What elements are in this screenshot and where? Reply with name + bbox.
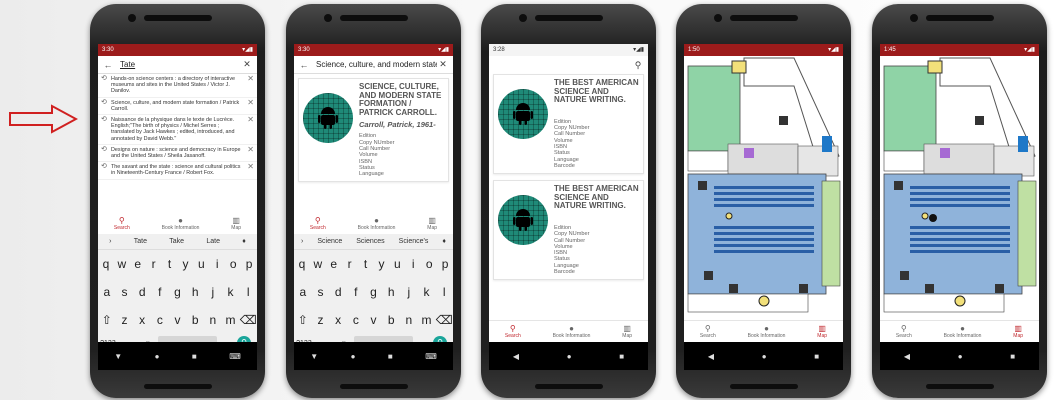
nav-search[interactable]: ⚲ Search bbox=[310, 216, 326, 231]
back-arrow-icon[interactable]: ← bbox=[298, 60, 310, 70]
close-icon[interactable]: ✕ bbox=[241, 59, 253, 70]
close-icon[interactable]: ✕ bbox=[437, 59, 449, 70]
close-icon[interactable]: ✕ bbox=[244, 75, 254, 95]
back-icon[interactable]: ▼ bbox=[114, 352, 122, 361]
nav-search[interactable]: ⚲ Search bbox=[896, 324, 912, 339]
nav-search[interactable]: ⚲ Search bbox=[505, 324, 521, 339]
search-icon[interactable]: ⚲ bbox=[632, 60, 644, 71]
history-icon: ⟲ bbox=[101, 145, 107, 153]
close-icon[interactable]: ✕ bbox=[244, 163, 254, 176]
map-icon: ▥ bbox=[232, 215, 240, 225]
close-icon[interactable]: ✕ bbox=[244, 116, 254, 142]
list-item[interactable]: ⟲ Designs on nature : science and democra… bbox=[98, 145, 257, 163]
history-icon: ⟲ bbox=[101, 75, 107, 82]
list-item[interactable]: ⟲ The savant and the state : science and … bbox=[98, 162, 257, 180]
back-icon[interactable]: ◀ bbox=[513, 352, 519, 361]
book-title: SCIENCE, CULTURE, AND MODERN STATE FORMA… bbox=[359, 82, 442, 117]
phone-map-1: 1:50 ▾◢▮ ⚲ Search ● Book Information ▥ M… bbox=[676, 4, 851, 398]
keyboard-hide-icon[interactable]: ⌨ bbox=[229, 352, 241, 361]
android-logo-icon bbox=[303, 93, 353, 143]
history-icon: ⟲ bbox=[101, 116, 107, 124]
android-logo-icon bbox=[498, 195, 548, 246]
nav-map[interactable]: ▥ Map bbox=[622, 324, 632, 339]
phone-search-suggestions: 3:30 ▾◢▮ ← Tate ✕ ⟲ Hands-on science cente… bbox=[90, 4, 265, 398]
nav-search[interactable]: ⚲ Search bbox=[114, 216, 130, 231]
book-author: Carroll, Patrick, 1961- bbox=[359, 120, 436, 130]
info-icon: ● bbox=[178, 215, 183, 225]
suggestion-list: ⟲ Hands-on science centers : a directory … bbox=[98, 74, 257, 180]
list-item[interactable]: ⟲ Hands-on science centers : a directory … bbox=[98, 74, 257, 98]
history-icon: ⟲ bbox=[101, 163, 107, 171]
close-icon[interactable]: ✕ bbox=[244, 98, 254, 112]
shift-icon[interactable]: ⇧ bbox=[98, 313, 116, 327]
recents-icon[interactable]: ■ bbox=[619, 352, 624, 361]
nav-map[interactable]: ▥ Map bbox=[427, 216, 437, 231]
book-card[interactable]: SCIENCE, CULTURE, AND MODERN STATE FORMA… bbox=[298, 78, 449, 183]
mic-icon[interactable]: ♦ bbox=[242, 238, 246, 245]
book-card[interactable]: THE BEST AMERICAN SCIENCE AND NATURE WRI… bbox=[493, 74, 644, 175]
arrow-right-icon bbox=[9, 104, 78, 134]
floor-map[interactable] bbox=[880, 56, 1039, 314]
nav-map[interactable]: ▥ Map bbox=[817, 324, 827, 339]
list-item[interactable]: ⟲ Naissance de la physique dans le texte … bbox=[98, 115, 257, 145]
floor-map[interactable] bbox=[684, 56, 843, 314]
nav-map[interactable]: ▥ Map bbox=[1013, 324, 1023, 339]
search-icon: ⚲ bbox=[118, 215, 125, 225]
nav-search[interactable]: ⚲ Search bbox=[700, 324, 716, 339]
nav-book-information[interactable]: ● Book Information bbox=[748, 324, 786, 339]
recents-icon[interactable]: ■ bbox=[192, 352, 197, 361]
home-icon[interactable]: ● bbox=[567, 352, 572, 361]
history-icon: ⟲ bbox=[101, 98, 107, 106]
phone-map-2: 1:45 ▾◢▮ ⚲ Search ● Book Information ▥ M… bbox=[872, 4, 1047, 398]
chevron-right-icon[interactable]: › bbox=[109, 238, 111, 245]
back-arrow-icon[interactable]: ← bbox=[102, 60, 114, 70]
list-item[interactable]: ⟲ Science, culture, and modern state form… bbox=[98, 98, 257, 116]
status-time: 3:30 bbox=[102, 47, 114, 53]
phone-results-list: 3:28 ▾◢▮ ⚲ THE BEST AMERICAN SCIENCE AND … bbox=[481, 4, 656, 398]
nav-book-information[interactable]: ● Book Information bbox=[553, 324, 591, 339]
android-logo-icon bbox=[498, 89, 548, 139]
phone-book-result: 3:30 ▾◢▮ ← Science, culture, and modern s… bbox=[286, 4, 461, 398]
search-input[interactable]: Tate bbox=[120, 60, 241, 69]
keyboard: ⚲ Search ● Book Information ▥ Map › Science S… bbox=[294, 212, 453, 350]
nav-book-information[interactable]: ● Book Information bbox=[358, 216, 396, 231]
search-input[interactable]: Science, culture, and modern state for bbox=[316, 60, 437, 69]
close-icon[interactable]: ✕ bbox=[244, 145, 254, 159]
backspace-icon[interactable]: ⌫ bbox=[239, 313, 257, 327]
book-card[interactable]: THE BEST AMERICAN SCIENCE AND NATURE WRI… bbox=[493, 180, 644, 281]
home-icon[interactable]: ● bbox=[155, 352, 160, 361]
location-marker-icon bbox=[929, 214, 937, 222]
nav-book-information[interactable]: ● Book Information bbox=[944, 324, 982, 339]
nav-book-information[interactable]: ● Book Information bbox=[162, 216, 200, 231]
keyboard: ⚲ Search ● Book Information ▥ Map › Tate Take… bbox=[98, 212, 257, 350]
system-nav: ▼ ● ■ ⌨ bbox=[98, 342, 257, 370]
nav-map[interactable]: ▥ Map bbox=[231, 216, 241, 231]
